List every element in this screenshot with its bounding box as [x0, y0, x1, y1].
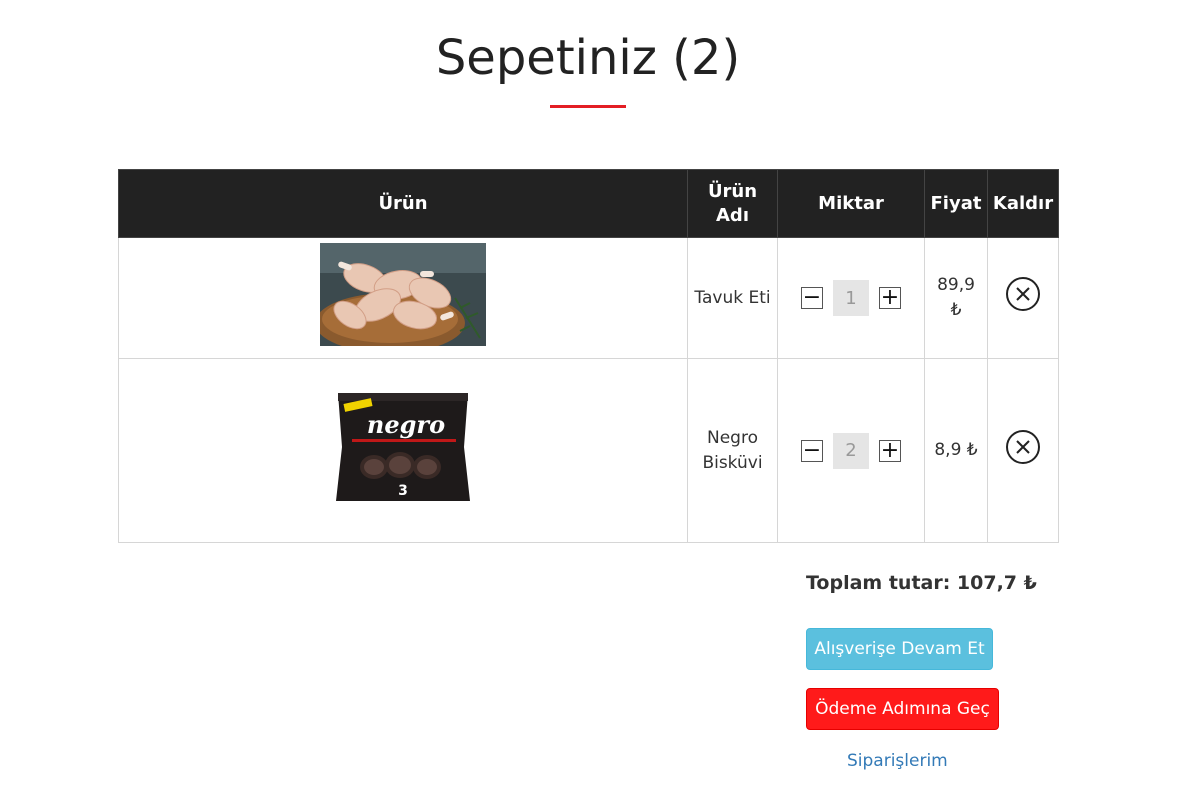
header-product: Ürün	[118, 169, 688, 238]
checkout-button[interactable]: Ödeme Adımına Geç	[806, 688, 999, 730]
product-price: 89,9 ₺	[924, 237, 988, 359]
quantity-cell: − +	[777, 358, 925, 543]
quantity-input[interactable]	[833, 432, 869, 469]
product-name: Negro Bisküvi	[687, 358, 778, 543]
decrease-quantity-button[interactable]: −	[801, 437, 823, 463]
plus-icon: +	[880, 437, 900, 463]
remove-cell	[987, 358, 1059, 543]
remove-item-button[interactable]	[1005, 429, 1041, 473]
cart-table: Ürün Ürün Adı Miktar Fiyat Kaldır Tavuk …	[118, 169, 1059, 543]
biscuit-count-text: 3	[398, 483, 408, 499]
close-circle-icon	[1006, 429, 1040, 464]
increase-quantity-button[interactable]: +	[879, 437, 901, 463]
product-image-cell: negro 3	[118, 358, 688, 543]
minus-icon: −	[802, 285, 822, 310]
increase-quantity-button[interactable]: +	[879, 287, 901, 309]
negro-biscuit-image: negro 3	[332, 389, 474, 513]
quantity-stepper: − +	[784, 280, 918, 316]
cart-total: Toplam tutar: 107,7 ₺	[806, 572, 1037, 594]
plus-icon: +	[880, 285, 900, 310]
header-quantity: Miktar	[777, 169, 925, 238]
minus-icon: −	[802, 437, 822, 463]
quantity-cell: − +	[777, 237, 925, 359]
product-image-cell	[118, 237, 688, 359]
header-product-name: Ürün Adı	[687, 169, 778, 238]
remove-cell	[987, 237, 1059, 359]
close-circle-icon	[1006, 277, 1040, 311]
table-header-row: Ürün Ürün Adı Miktar Fiyat Kaldır	[118, 169, 1059, 238]
my-orders-link[interactable]: Siparişlerim	[847, 751, 948, 771]
decrease-quantity-button[interactable]: −	[801, 287, 823, 309]
product-price: 8,9 ₺	[924, 358, 988, 543]
biscuit-brand-text: negro	[367, 410, 445, 439]
remove-item-button[interactable]	[1005, 276, 1041, 320]
continue-shopping-button[interactable]: Alışverişe Devam Et	[806, 628, 993, 670]
table-row: Tavuk Eti − + 89,9 ₺	[118, 237, 1059, 359]
page-title: Sepetiniz (2)	[435, 30, 741, 86]
table-row: negro 3 Negro Bisküvi − 2 + 8,9 ₺	[118, 358, 1059, 543]
chicken-drumsticks-image	[315, 242, 486, 354]
quantity-input[interactable]	[833, 280, 869, 316]
product-name: Tavuk Eti	[687, 237, 778, 359]
header-price: Fiyat	[924, 169, 988, 238]
header-remove: Kaldır	[987, 169, 1059, 238]
title-underline	[550, 105, 626, 108]
quantity-stepper: − +	[784, 432, 918, 469]
